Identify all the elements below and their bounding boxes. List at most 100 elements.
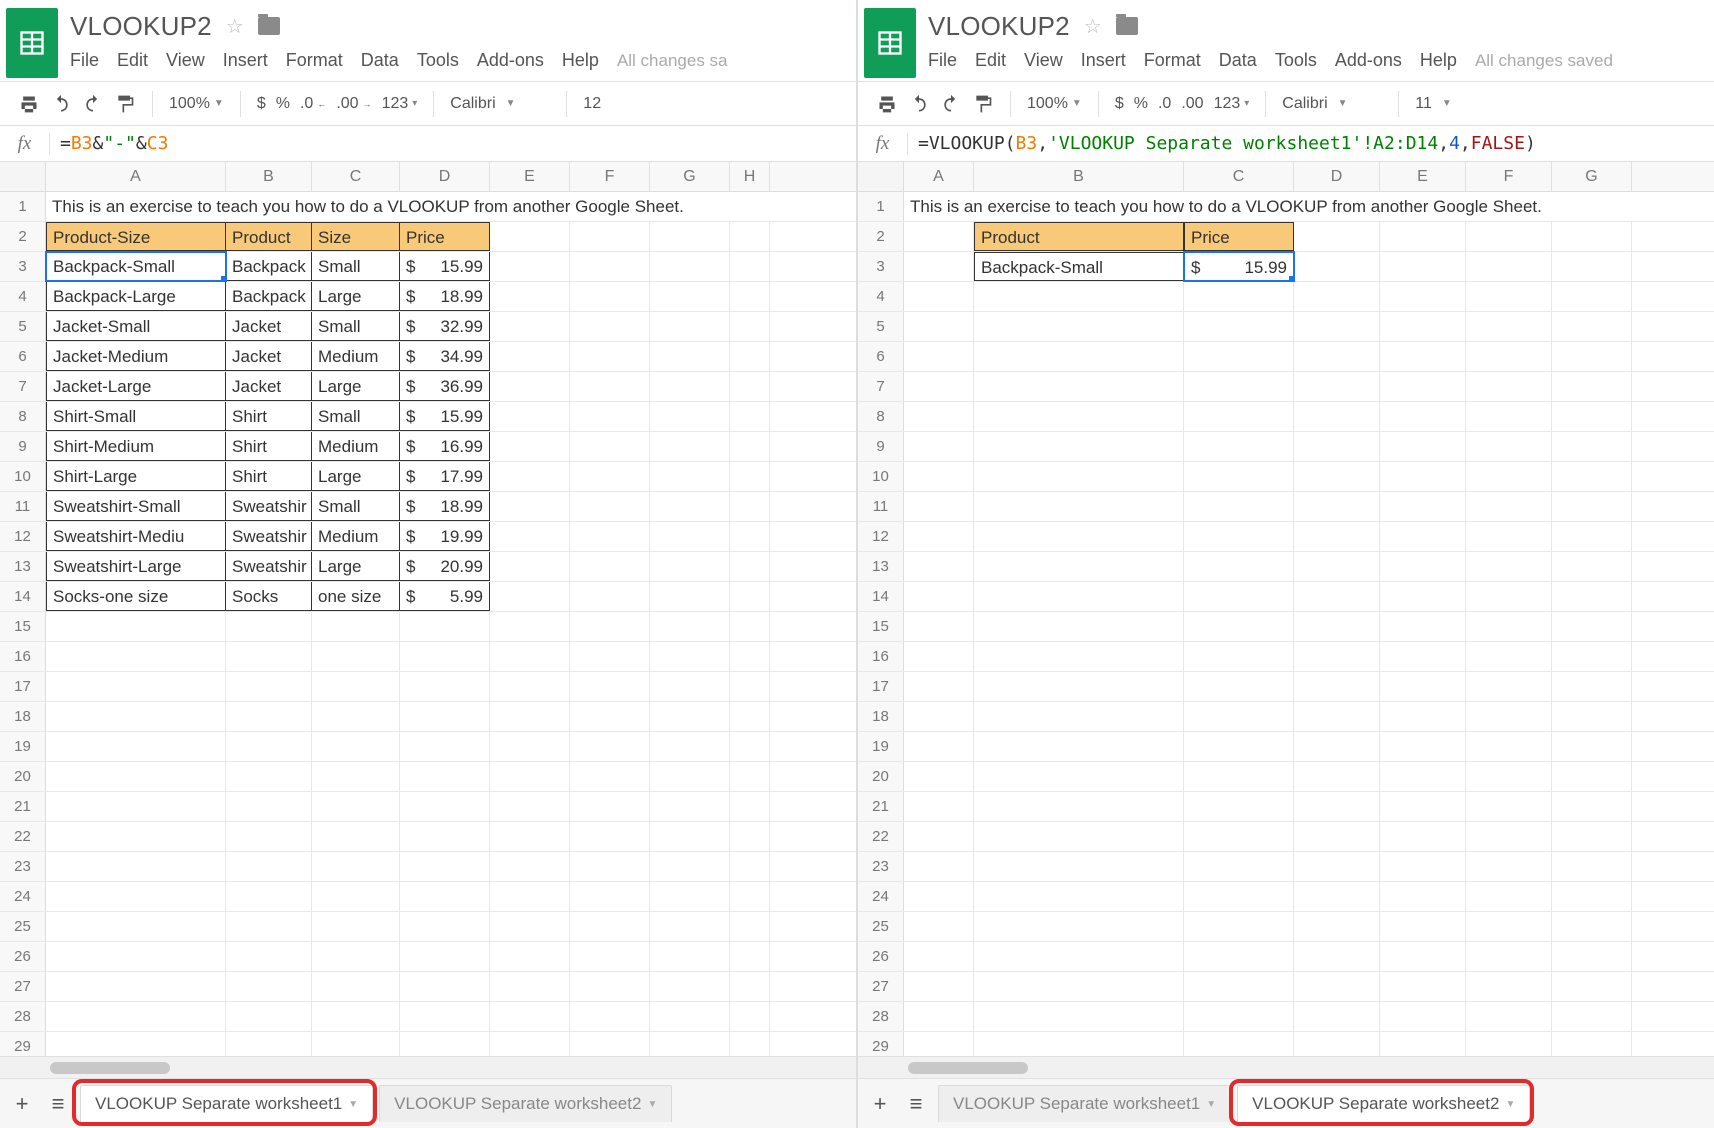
cell[interactable] [730, 372, 770, 401]
menu-edit[interactable]: Edit [117, 50, 148, 71]
cell[interactable] [730, 312, 770, 341]
cell[interactable] [1380, 372, 1466, 401]
cell[interactable] [490, 732, 570, 761]
cell[interactable] [1294, 552, 1380, 581]
cell[interactable] [730, 462, 770, 491]
cell[interactable] [226, 792, 312, 821]
cell[interactable] [1552, 792, 1632, 821]
cell[interactable] [650, 342, 730, 371]
cell[interactable] [904, 642, 974, 671]
sheet-tab[interactable]: VLOOKUP Separate worksheet2 ▼ [1237, 1085, 1530, 1122]
cell[interactable] [1184, 462, 1294, 491]
cell[interactable] [1294, 882, 1380, 911]
cell[interactable] [1184, 552, 1294, 581]
cell[interactable] [1466, 462, 1552, 491]
cell[interactable] [312, 1002, 400, 1031]
cell[interactable] [650, 612, 730, 641]
cell[interactable] [226, 672, 312, 701]
cell[interactable]: Backpack [226, 252, 312, 281]
menu-tools[interactable]: Tools [417, 50, 459, 71]
cell[interactable] [490, 432, 570, 461]
cell[interactable] [1466, 402, 1552, 431]
cell[interactable] [1184, 972, 1294, 1001]
cell[interactable] [974, 672, 1184, 701]
cell[interactable] [974, 312, 1184, 341]
cell[interactable]: Backpack-Small [46, 252, 226, 281]
cell[interactable] [730, 642, 770, 671]
cell[interactable] [1552, 282, 1632, 311]
cell[interactable] [570, 1002, 650, 1031]
cell[interactable] [650, 222, 730, 251]
row-header[interactable]: 21 [858, 792, 904, 821]
cell[interactable] [226, 762, 312, 791]
cell[interactable]: Backpack-Large [46, 282, 226, 311]
row-header[interactable]: 25 [858, 912, 904, 941]
cell[interactable] [46, 762, 226, 791]
cell[interactable] [490, 882, 570, 911]
cell[interactable]: Socks-one size [46, 582, 226, 611]
cell[interactable] [226, 612, 312, 641]
cell[interactable] [46, 882, 226, 911]
cell[interactable] [570, 912, 650, 941]
cell[interactable] [904, 852, 974, 881]
cell[interactable]: Large [312, 462, 400, 491]
cell[interactable] [730, 612, 770, 641]
row-header[interactable]: 28 [858, 1002, 904, 1031]
cell[interactable] [46, 942, 226, 971]
cell[interactable] [1552, 672, 1632, 701]
dec-increase-button[interactable]: .00 [1181, 95, 1203, 113]
cell[interactable] [974, 492, 1184, 521]
cell[interactable] [1552, 582, 1632, 611]
menu-help[interactable]: Help [1420, 50, 1457, 71]
cell[interactable] [1552, 432, 1632, 461]
row-header[interactable]: 25 [0, 912, 46, 941]
cell[interactable] [1184, 1032, 1294, 1056]
font-family-dropdown[interactable]: Calibri [1282, 95, 1327, 113]
cell[interactable]: one size [312, 582, 400, 611]
cell-price[interactable]: $32.99 [400, 312, 490, 341]
cell[interactable] [904, 972, 974, 1001]
cell[interactable] [312, 612, 400, 641]
cell[interactable] [490, 852, 570, 881]
cell[interactable] [400, 672, 490, 701]
cell[interactable] [730, 672, 770, 701]
cell[interactable] [46, 1002, 226, 1031]
row-header[interactable]: 17 [0, 672, 46, 701]
cell[interactable] [1294, 432, 1380, 461]
paint-format-icon[interactable] [972, 93, 994, 115]
cell[interactable] [904, 312, 974, 341]
percent-button[interactable]: % [1134, 95, 1148, 113]
star-icon[interactable]: ☆ [226, 14, 244, 39]
cell-price[interactable]: $19.99 [400, 522, 490, 551]
cell[interactable] [46, 792, 226, 821]
cell[interactable] [730, 852, 770, 881]
cell[interactable] [1294, 792, 1380, 821]
row-header[interactable]: 29 [0, 1032, 46, 1056]
cell[interactable] [226, 702, 312, 731]
cell[interactable] [974, 912, 1184, 941]
cell[interactable] [490, 822, 570, 851]
cell[interactable] [974, 432, 1184, 461]
cell[interactable] [1380, 492, 1466, 521]
row-header[interactable]: 9 [0, 432, 46, 461]
cell[interactable] [400, 852, 490, 881]
row-header[interactable]: 20 [0, 762, 46, 791]
cell[interactable] [1380, 792, 1466, 821]
row-header[interactable]: 14 [858, 582, 904, 611]
cell[interactable] [974, 612, 1184, 641]
row-header[interactable]: 13 [858, 552, 904, 581]
cell[interactable] [1466, 312, 1552, 341]
cell[interactable] [730, 342, 770, 371]
column-header-F[interactable]: F [570, 162, 650, 191]
cell-price[interactable]: $15.99 [400, 252, 490, 281]
cell[interactable] [974, 282, 1184, 311]
cell[interactable] [1466, 492, 1552, 521]
cell[interactable] [904, 702, 974, 731]
cell[interactable] [400, 882, 490, 911]
cell[interactable] [490, 552, 570, 581]
cell[interactable] [312, 702, 400, 731]
cell[interactable] [570, 432, 650, 461]
row-header[interactable]: 24 [858, 882, 904, 911]
cell[interactable] [490, 222, 570, 251]
cell[interactable] [570, 762, 650, 791]
